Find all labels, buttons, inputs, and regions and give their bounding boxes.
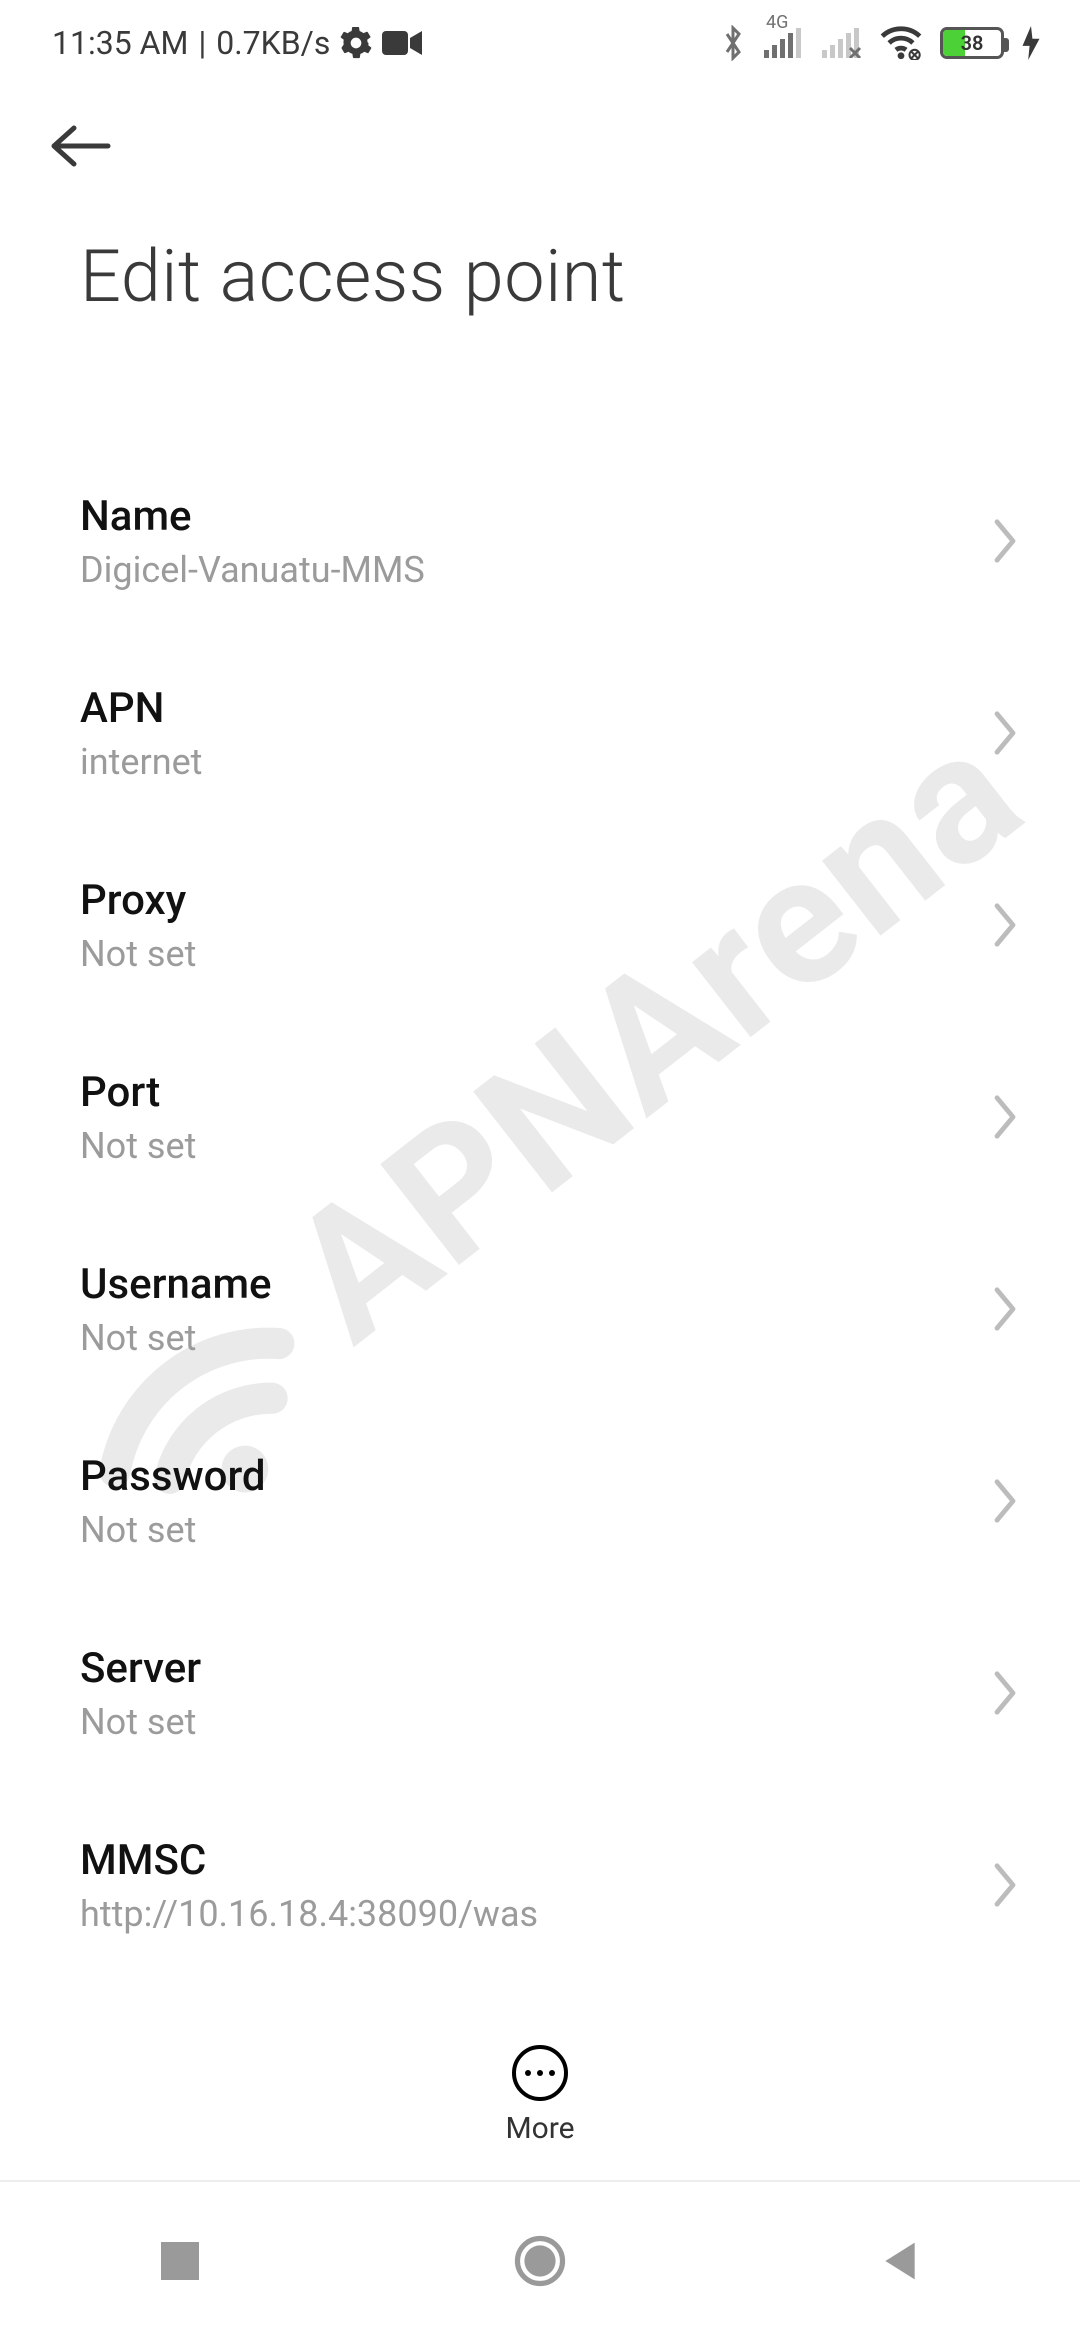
triangle-left-icon [880,2239,920,2283]
row-password[interactable]: Password Not set [0,1405,1080,1597]
row-label: Name [80,492,425,541]
row-label: Proxy [80,876,196,925]
chevron-right-icon [990,1861,1020,1909]
row-value: internet [80,741,202,783]
chevron-right-icon [990,1477,1020,1525]
row-label: Password [80,1452,266,1501]
more-icon [512,2045,568,2101]
status-time: 11:35 AM [52,24,188,62]
camera-icon [382,29,422,57]
chevron-right-icon [990,901,1020,949]
app-bar [0,86,1080,206]
signal-icon-2 [822,28,862,58]
row-name[interactable]: Name Digicel-Vanuatu-MMS [0,445,1080,637]
row-value: Digicel-Vanuatu-MMS [80,549,425,591]
row-apn[interactable]: APN internet [0,637,1080,829]
wifi-icon [880,26,922,60]
battery-icon: 38 [940,27,1004,59]
row-mmsc[interactable]: MMSC http://10.16.18.4:38090/was [0,1789,1080,1981]
row-value: Not set [80,1509,266,1551]
status-bar: 11:35 AM | 0.7KB/s 4G [0,0,1080,86]
gear-icon [340,27,372,59]
row-value: Not set [80,1317,272,1359]
chevron-right-icon [990,1669,1020,1717]
row-label: Username [80,1260,272,1309]
row-value: Not set [80,1701,201,1743]
bluetooth-icon [720,25,746,61]
more-button[interactable]: More [505,2045,574,2146]
row-proxy[interactable]: Proxy Not set [0,829,1080,1021]
network-type: 4G [766,12,788,33]
settings-list: Name Digicel-Vanuatu-MMS APN internet Pr… [0,343,1080,2020]
row-username[interactable]: Username Not set [0,1213,1080,1405]
square-icon [161,2242,199,2280]
row-value: Not set [80,933,196,975]
circle-icon [514,2235,566,2287]
arrow-left-icon [46,121,116,171]
row-port[interactable]: Port Not set [0,1021,1080,1213]
row-value: http://10.16.18.4:38090/was [80,1893,538,1935]
chevron-right-icon [990,1093,1020,1141]
chevron-right-icon [990,517,1020,565]
row-value: Not set [80,1125,196,1167]
row-label: APN [80,684,202,733]
row-label: Server [80,1644,201,1693]
bottom-action-bar: More [0,2010,1080,2180]
nav-home-button[interactable] [480,2201,600,2321]
system-nav-bar [0,2180,1080,2340]
nav-back-button[interactable] [840,2201,960,2321]
more-label: More [505,2111,574,2146]
status-speed: 0.7KB/s [216,24,330,62]
row-label: Port [80,1068,196,1117]
status-sep: | [198,24,206,62]
back-button[interactable] [46,106,126,186]
row-server[interactable]: Server Not set [0,1597,1080,1789]
page-title: Edit access point [0,206,1080,343]
chevron-right-icon [990,709,1020,757]
nav-recents-button[interactable] [120,2201,240,2321]
charging-icon [1022,26,1040,60]
chevron-right-icon [990,1285,1020,1333]
row-label: MMSC [80,1836,538,1885]
